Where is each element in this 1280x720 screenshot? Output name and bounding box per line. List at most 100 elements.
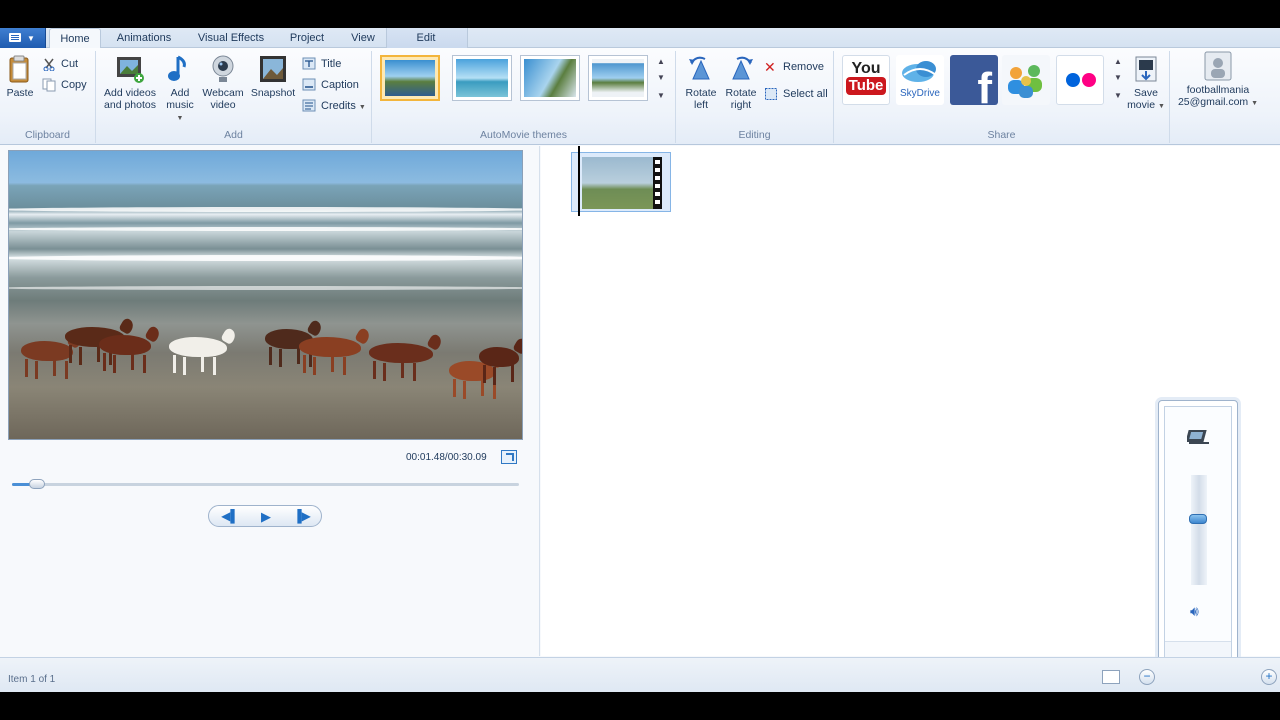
facebook-share-button[interactable]: f [950, 55, 998, 105]
flickr-share-button[interactable] [1056, 55, 1104, 105]
theme-thumbnail-2[interactable] [452, 55, 512, 101]
gallery-scroll-up[interactable]: ▲ [655, 57, 667, 66]
copy-button[interactable]: Copy [42, 76, 87, 94]
rotate-right-button[interactable]: Rotate right [722, 53, 760, 111]
copy-icon [42, 78, 57, 92]
share-more-button[interactable]: ▼ [1112, 91, 1124, 100]
tab-visual-effects[interactable]: Visual Effects [188, 28, 274, 49]
save-movie-label-2: movie [1127, 99, 1156, 111]
next-frame-icon[interactable]: ▐▶ [287, 508, 317, 525]
account-email-line-1: footballmania [1186, 84, 1250, 96]
horse-figure [21, 341, 73, 377]
preview-pane: 00:01.48/00:30.09 ◀▌ ▶ ▐▶ [0, 146, 540, 656]
application-menu-button[interactable]: ▼ [0, 28, 46, 48]
theme-thumbnail-1[interactable] [380, 55, 440, 101]
rotate-left-label-1: Rotate [685, 87, 717, 99]
movie-maker-window: ▼ Home Animations Visual Effects Project… [0, 28, 1280, 692]
credits-button[interactable]: Credits ▼ [302, 97, 366, 115]
thumbnail-size-icon[interactable] [1102, 670, 1120, 684]
skydrive-label: SkyDrive [899, 88, 940, 99]
tab-project[interactable]: Project [282, 28, 332, 49]
people-group-icon [1008, 65, 1042, 98]
zoom-in-button[interactable]: + [1261, 669, 1277, 685]
share-group-label: Share [987, 129, 1016, 141]
time-readout: 00:01.48/00:30.09 [406, 452, 487, 463]
add-music-button[interactable]: Add music ▼ [162, 53, 198, 125]
save-movie-button[interactable]: Save movie ▼ [1126, 53, 1166, 113]
account-email-line-2: 25@gmail.com [1177, 96, 1249, 108]
add-group-label: Add [224, 129, 243, 141]
remove-button[interactable]: ✕ Remove [764, 58, 824, 76]
title-label: Title [321, 58, 342, 70]
add-videos-label-1: Add videos [104, 87, 156, 99]
share-scroll-down[interactable]: ▼ [1112, 73, 1124, 82]
webcam-icon [207, 53, 239, 85]
cut-button[interactable]: Cut [42, 55, 78, 73]
video-preview[interactable] [8, 150, 523, 440]
play-icon[interactable]: ▶ [251, 508, 281, 525]
add-videos-and-photos-button[interactable]: Add videos and photos [100, 53, 160, 111]
wave-decoration [9, 255, 522, 261]
gallery-scroll-down[interactable]: ▼ [655, 73, 667, 82]
share-group: You Tube SkyDrive f ▲ ▼ ▼ Save movie ▼ S… [834, 51, 1170, 143]
select-all-button[interactable]: Select all [764, 85, 828, 103]
film-photo-icon [114, 53, 146, 85]
youtube-share-button[interactable]: You Tube [842, 55, 890, 105]
snapshot-icon [257, 53, 289, 85]
wave-decoration [9, 227, 522, 231]
app-menu-icon [9, 33, 21, 42]
seek-bar-thumb[interactable] [28, 479, 45, 489]
fullscreen-icon[interactable] [501, 450, 517, 464]
horse-figure [169, 337, 227, 373]
rotate-left-button[interactable]: Rotate left [682, 53, 720, 111]
facebook-logo: f [977, 64, 992, 106]
dropdown-caret-icon: ▼ [1251, 100, 1259, 107]
title-button[interactable]: Title [302, 55, 341, 73]
video-clip-thumbnail[interactable] [571, 152, 671, 212]
add-group: Add videos and photos Add music ▼ Webcam… [96, 51, 372, 143]
webcam-label-2: video [210, 99, 236, 111]
dropdown-caret-icon: ▼ [176, 115, 184, 122]
zoom-out-button[interactable]: − [1139, 669, 1155, 685]
tab-edit[interactable]: Edit [400, 28, 452, 49]
dropdown-arrow-icon: ▼ [27, 34, 35, 43]
paste-icon [4, 53, 36, 85]
seek-bar[interactable] [12, 479, 519, 489]
tab-home[interactable]: Home [49, 28, 101, 49]
add-music-label-1: Add [170, 87, 190, 99]
caption-icon [302, 78, 317, 92]
video-volume-icon [1185, 425, 1213, 450]
share-scroll-up[interactable]: ▲ [1112, 57, 1124, 66]
caption-label: Caption [321, 79, 359, 91]
ribbon-tab-bar: ▼ Home Animations Visual Effects Project… [0, 28, 1280, 49]
volume-slider-thumb[interactable] [1189, 514, 1207, 524]
caption-button[interactable]: Caption [302, 76, 359, 94]
webcam-video-button[interactable]: Webcam video [200, 53, 246, 111]
previous-frame-icon[interactable]: ◀▌ [215, 508, 245, 525]
horse-figure [99, 335, 151, 371]
tab-view[interactable]: View [340, 28, 386, 49]
rotate-left-label-2: left [693, 99, 708, 111]
speaker-icon[interactable]: 🔊︎ [1190, 603, 1199, 620]
volume-slider-track[interactable] [1189, 475, 1207, 585]
cut-label: Cut [61, 58, 79, 70]
remove-label: Remove [783, 61, 824, 73]
paste-button[interactable]: Paste [4, 53, 36, 99]
skydrive-cloud-icon [902, 61, 937, 82]
windows-live-groups-share-button[interactable] [1002, 55, 1050, 105]
flickr-logo-icon [1066, 73, 1096, 87]
volume-mixer-popup: 🔊︎ Mixer [1158, 400, 1238, 688]
theme-thumbnail-4[interactable] [588, 55, 648, 101]
gallery-more-button[interactable]: ▼ [655, 91, 667, 100]
skydrive-share-button[interactable]: SkyDrive [896, 55, 944, 105]
account-button[interactable]: footballmania 25@gmail.com ▼ [1176, 50, 1260, 110]
tab-animations[interactable]: Animations [107, 28, 181, 49]
clip-frame-image [582, 157, 662, 209]
theme-thumbnail-3[interactable] [520, 55, 580, 101]
ribbon: Paste Cut Copy Clipboard Add videos and … [0, 48, 1280, 145]
snapshot-button[interactable]: Snapshot [248, 53, 298, 99]
playhead-indicator[interactable] [578, 146, 580, 216]
remove-x-icon: ✕ [764, 59, 776, 75]
save-movie-label-1: Save [1134, 87, 1158, 99]
title-icon [302, 57, 317, 71]
